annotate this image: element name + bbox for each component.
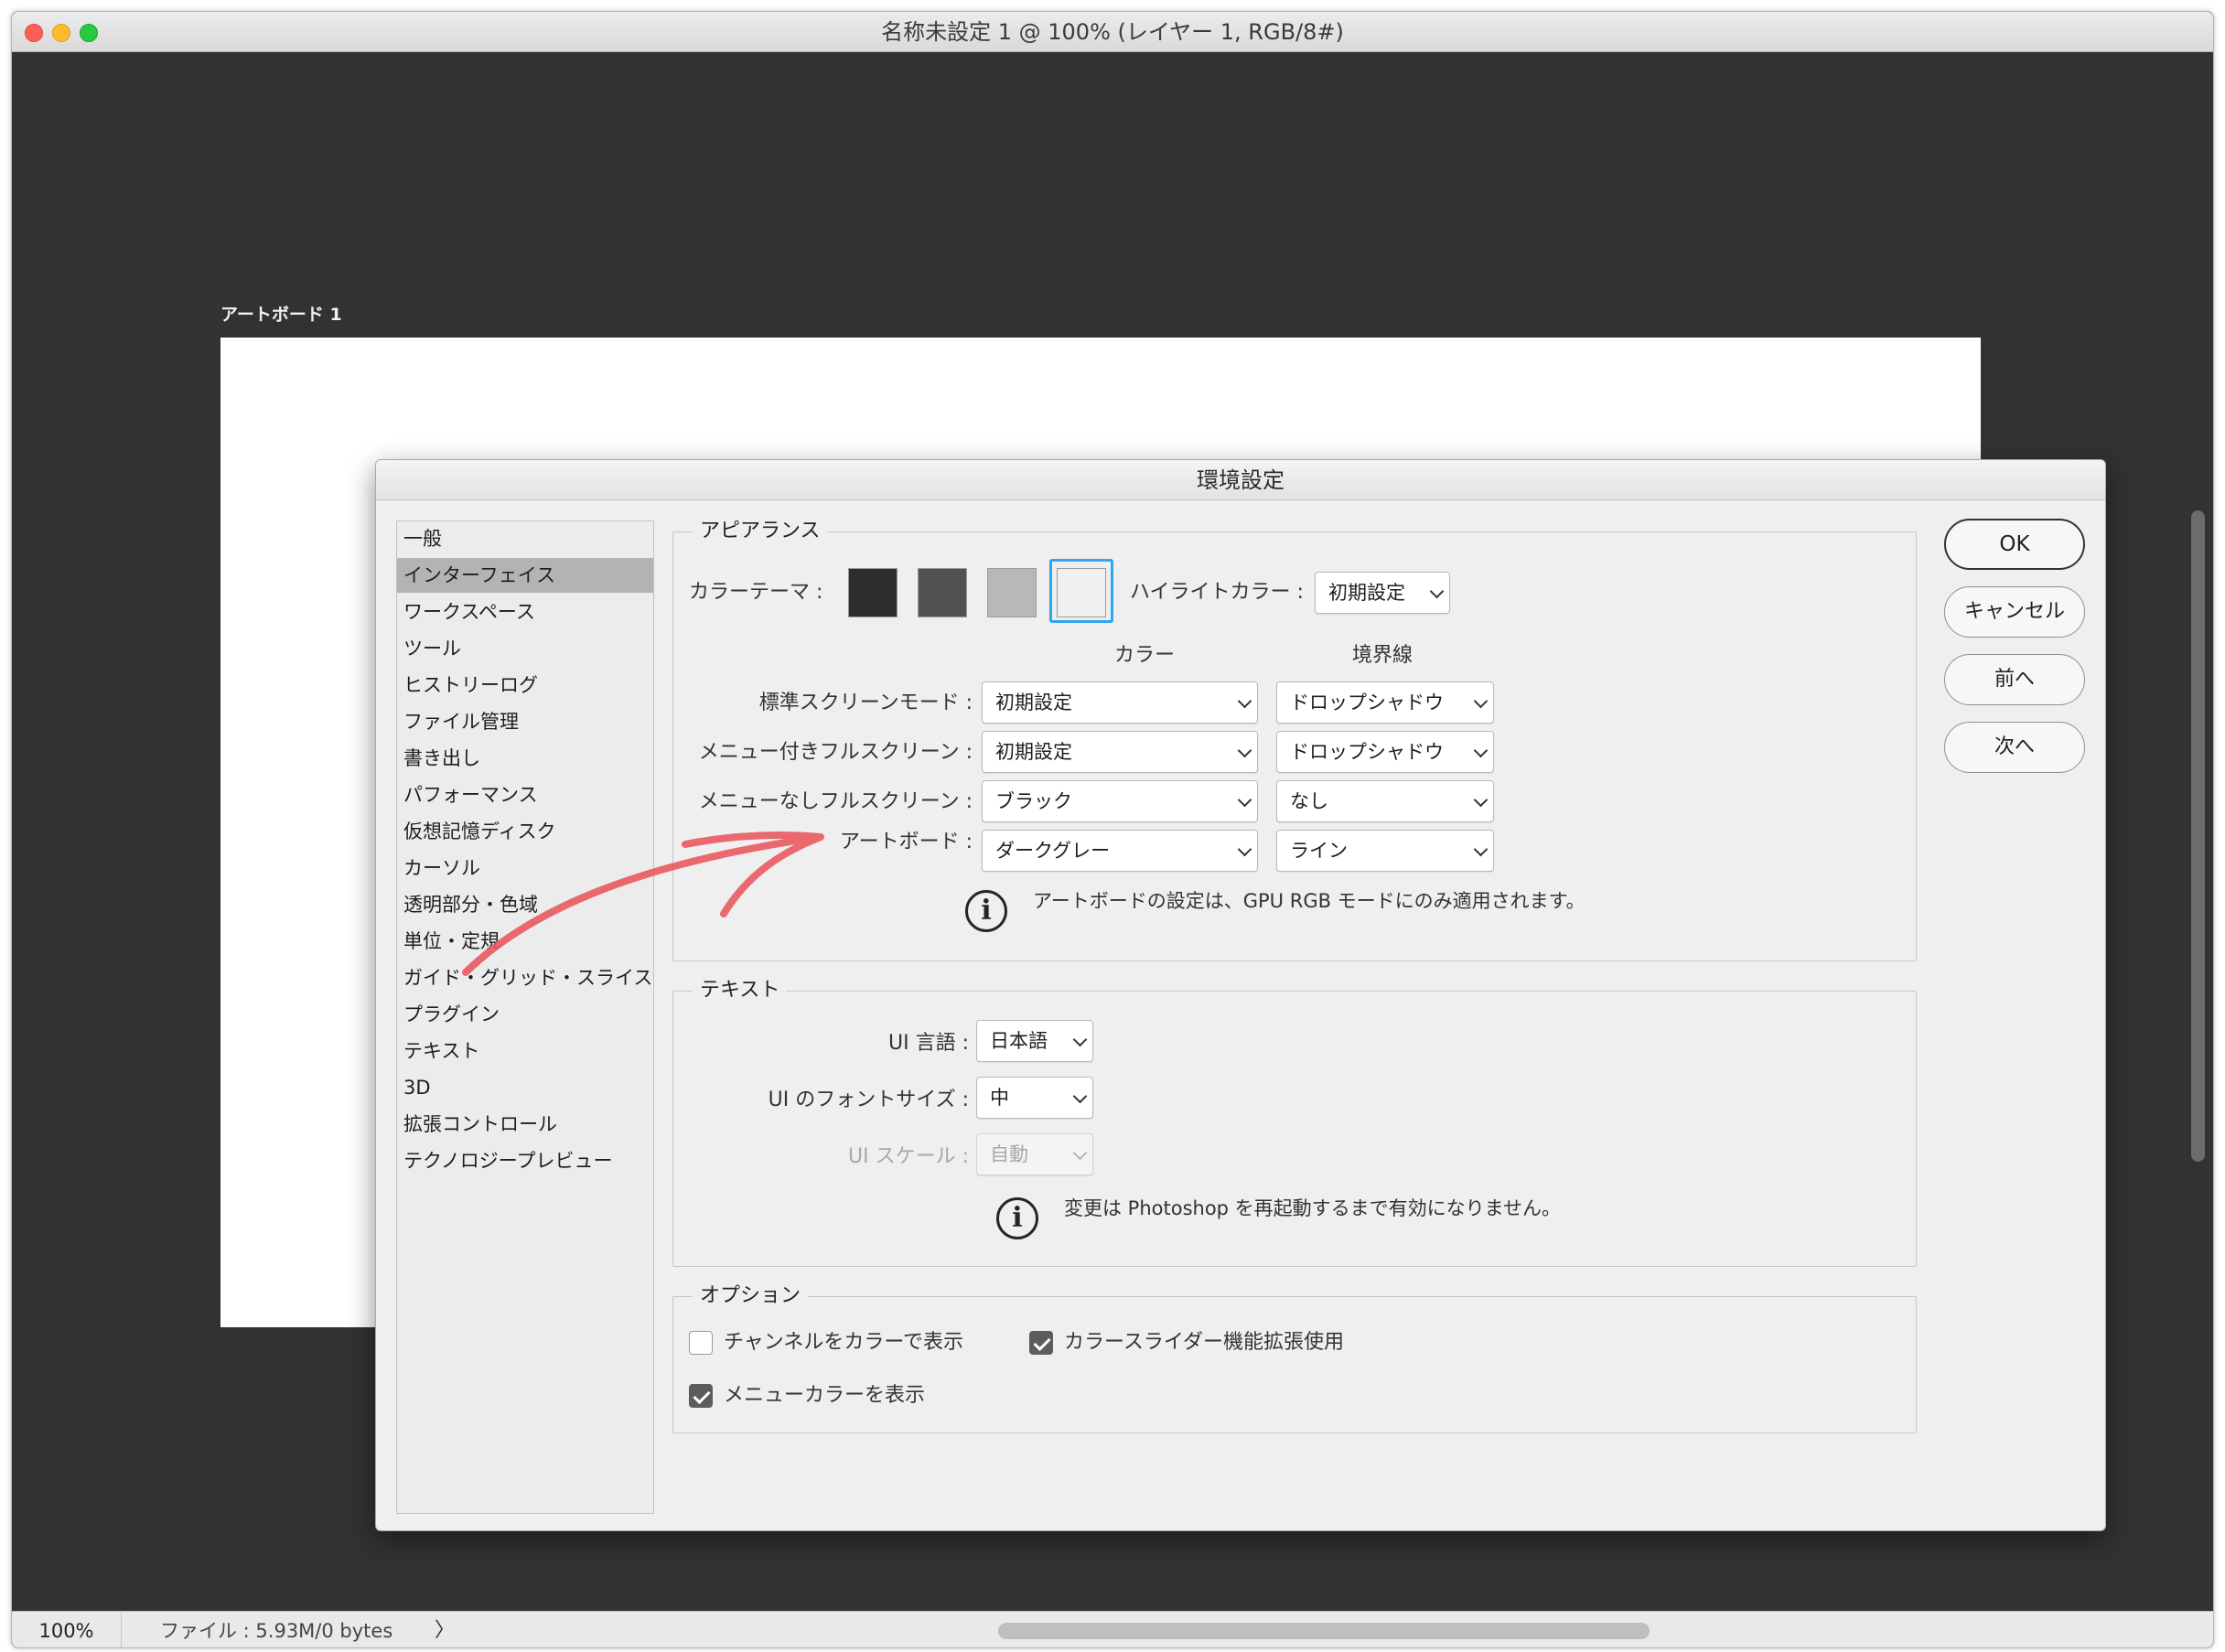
ui-language-label: UI 言語 : [888, 1032, 969, 1055]
prev-button[interactable]: 前へ [1944, 654, 2085, 705]
show-channels-in-color-label: チャンネルをカラーで表示 [724, 1331, 964, 1354]
chevron-down-icon [1072, 1089, 1088, 1104]
preferences-dialog: 環境設定 一般 インターフェイス ワークスペース ツール ヒストリーログ ファイ… [375, 459, 2106, 1531]
select-value: 中 [990, 1087, 1009, 1109]
select-value: 日本語 [990, 1030, 1048, 1052]
ok-button[interactable]: OK [1944, 519, 2085, 570]
select-value: 自動 [990, 1143, 1028, 1165]
zoom-level-field[interactable]: 100% [12, 1612, 122, 1647]
status-bar: 100% ファイル : 5.93M/0 bytes 〉 [12, 1611, 2213, 1647]
chevron-down-icon [1072, 1145, 1088, 1161]
ui-language-select[interactable]: 日本語 [976, 1020, 1093, 1062]
ui-font-size-select[interactable]: 中 [976, 1077, 1093, 1119]
ui-scale-select: 自動 [976, 1133, 1093, 1175]
status-menu-arrow-icon[interactable]: 〉 [435, 1612, 455, 1647]
show-menu-colors-checkbox[interactable] [689, 1384, 713, 1408]
text-legend: テキスト [693, 978, 788, 1003]
ui-font-size-label: UI のフォントサイズ : [768, 1089, 969, 1111]
restart-note: 変更は Photoshop を再起動するまで有効になりません。 [1064, 1197, 1562, 1219]
options-legend: オプション [693, 1283, 809, 1309]
window-titlebar: 名称未設定 1 @ 100% (レイヤー 1, RGB/8#) [12, 12, 2213, 52]
show-channels-in-color-checkbox[interactable] [689, 1331, 713, 1355]
vertical-scrollbar-thumb[interactable] [2191, 510, 2205, 1162]
horizontal-scrollbar-thumb[interactable] [998, 1623, 1650, 1639]
ui-scale-label: UI スケール : [848, 1145, 969, 1168]
cancel-button[interactable]: キャンセル [1944, 586, 2085, 638]
next-button[interactable]: 次へ [1944, 722, 2085, 773]
chevron-down-icon [1072, 1032, 1088, 1047]
options-group [672, 1296, 1917, 1433]
artboard-name-label[interactable]: アートボード 1 [220, 301, 342, 326]
file-size-info: ファイル : 5.93M/0 bytes [160, 1620, 393, 1642]
window-title: 名称未設定 1 @ 100% (レイヤー 1, RGB/8#) [881, 19, 1344, 45]
dynamic-color-sliders-label: カラースライダー機能拡張使用 [1064, 1331, 1345, 1354]
dynamic-color-sliders-checkbox[interactable] [1029, 1331, 1053, 1355]
show-menu-colors-label: メニューカラーを表示 [724, 1384, 926, 1407]
info-icon: i [996, 1197, 1038, 1239]
